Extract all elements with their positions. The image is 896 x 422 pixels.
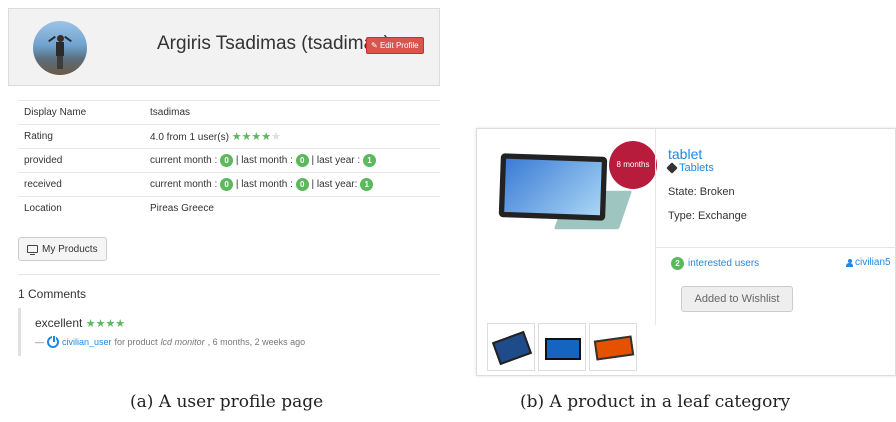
row-key: Location bbox=[18, 196, 150, 221]
rating-value: 4.0 from 1 user(s) bbox=[150, 132, 229, 143]
comment-meta: — civilian_user for product lcd monitor,… bbox=[35, 335, 306, 348]
thumbnail[interactable] bbox=[589, 323, 637, 371]
category-link[interactable]: Tablets bbox=[666, 162, 714, 174]
received-cell: current month : 0 | last month : 0 | las… bbox=[150, 172, 440, 197]
count-badge: 0 bbox=[295, 154, 309, 167]
table-row: received current month : 0 | last month … bbox=[18, 172, 440, 197]
count-badge: 1 bbox=[362, 154, 376, 167]
profile-header: Argiris Tsadimas (tsadimas) ✎ Edit Profi… bbox=[8, 8, 440, 86]
age-badge: 8 months bbox=[609, 141, 657, 189]
display-name-value: tsadimas bbox=[150, 100, 440, 125]
table-row: Location Pireas Greece bbox=[18, 196, 440, 221]
profile-name: Argiris Tsadimas (tsadimas) bbox=[157, 33, 390, 54]
comment-product[interactable]: lcd monitor bbox=[161, 337, 205, 347]
avatar bbox=[33, 21, 87, 75]
rating-cell: 4.0 from 1 user(s) ★★★★★ bbox=[150, 124, 440, 149]
profile-info-table: Display Name tsadimas Rating 4.0 from 1 … bbox=[18, 100, 440, 221]
divider bbox=[655, 129, 656, 325]
interested-users-link[interactable]: 2 interested users bbox=[671, 257, 759, 270]
edit-profile-button[interactable]: ✎ Edit Profile bbox=[366, 37, 424, 54]
provided-cell: current month : 0 | last month : 0 | las… bbox=[150, 148, 440, 173]
row-key: Rating bbox=[18, 124, 150, 149]
comment-item: excellent ★★★★ — civilian_user for produ… bbox=[18, 308, 438, 356]
count-badge: 0 bbox=[220, 178, 234, 191]
comments-title: 1 Comments bbox=[18, 287, 87, 301]
comment-stars: ★★★★ bbox=[85, 318, 126, 330]
row-key: received bbox=[18, 172, 150, 197]
divider bbox=[18, 274, 440, 275]
thumbnail[interactable] bbox=[487, 323, 535, 371]
divider bbox=[655, 247, 896, 248]
row-key: provided bbox=[18, 148, 150, 173]
table-row: Display Name tsadimas bbox=[18, 100, 440, 125]
product-title-link[interactable]: tablet bbox=[668, 146, 702, 162]
my-products-button[interactable]: My Products bbox=[18, 237, 107, 261]
count-badge: 0 bbox=[295, 178, 309, 191]
power-icon bbox=[47, 335, 59, 348]
comment-user-link[interactable]: civilian_user bbox=[62, 337, 112, 347]
product-card: 8 months tablet Tablets State: Broken Ty… bbox=[476, 128, 896, 376]
thumbnail-strip bbox=[487, 323, 637, 371]
tags-icon bbox=[666, 162, 678, 174]
interested-count-badge: 2 bbox=[671, 257, 684, 270]
location-value: Pireas Greece bbox=[150, 196, 440, 221]
monitor-icon bbox=[27, 245, 38, 255]
thumbnail[interactable] bbox=[538, 323, 586, 371]
row-key: Display Name bbox=[18, 100, 150, 125]
table-row: Rating 4.0 from 1 user(s) ★★★★★ bbox=[18, 124, 440, 149]
comment-text: excellent ★★★★ bbox=[35, 316, 126, 330]
product-state: State: Broken bbox=[668, 186, 735, 198]
count-badge: 0 bbox=[220, 154, 234, 167]
caption-b: (b) A product in a leaf category bbox=[520, 392, 791, 412]
rating-stars: ★★★★★ bbox=[231, 131, 282, 143]
wishlist-button[interactable]: Added to Wishlist bbox=[681, 286, 793, 312]
table-row: provided current month : 0 | last month … bbox=[18, 148, 440, 173]
product-type: Type: Exchange bbox=[668, 210, 747, 222]
owner-link[interactable]: civilian5 bbox=[846, 257, 891, 268]
caption-a: (a) A user profile page bbox=[130, 392, 324, 412]
user-icon bbox=[846, 258, 853, 267]
count-badge: 1 bbox=[360, 178, 374, 191]
